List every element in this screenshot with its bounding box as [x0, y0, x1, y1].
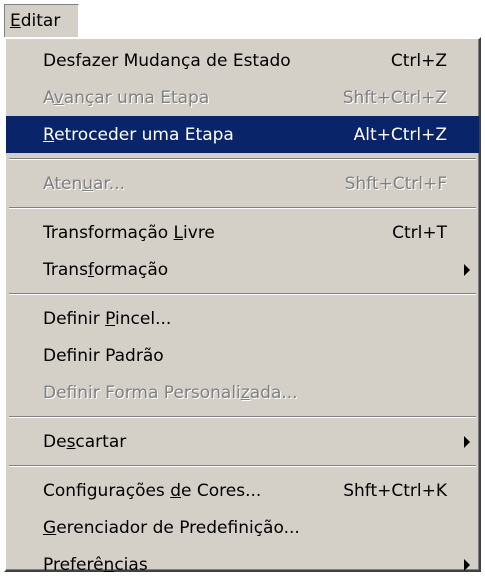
- menu-item-label: Configurações de Cores...: [43, 481, 261, 501]
- shortcut-label: Shft+Ctrl+F: [344, 173, 447, 194]
- menu-item-label: Avançar uma Etapa: [43, 88, 209, 108]
- label-text: ar...: [93, 173, 126, 194]
- menu-item-label: Descartar: [43, 432, 126, 452]
- shortcut-label: Shft+Ctrl+Z: [342, 87, 447, 108]
- label-text: Transformação: [43, 222, 174, 243]
- submenu-arrow-icon: [464, 263, 470, 276]
- label-text: Configurações: [43, 480, 171, 501]
- mnemonic-letter: v: [53, 87, 64, 108]
- menu-item-color-settings[interactable]: Configurações de Cores... Shft+Ctrl+K: [6, 472, 479, 509]
- edit-menu-title[interactable]: Editar: [4, 4, 79, 38]
- mnemonic-letter: n: [103, 554, 115, 575]
- menu-item-fade[interactable]: Atenuar... Shft+Ctrl+F: [6, 165, 479, 202]
- menu-item-label: Transformação Livre: [43, 223, 215, 243]
- menu-item-undo-state-change[interactable]: Desfazer Mudança de Estado Ctrl+Z: [6, 42, 479, 79]
- menu-item-label: Definir Pincel...: [43, 309, 171, 329]
- menu-item-label: Atenuar...: [43, 174, 125, 194]
- label-text: Preferê: [43, 554, 104, 575]
- shortcut-label: Ctrl+Z: [390, 50, 447, 71]
- label-text: A: [43, 87, 54, 108]
- label-text: De: [43, 431, 67, 452]
- menu-separator: [6, 288, 479, 300]
- menu-item-define-pattern[interactable]: Definir Padrão: [6, 337, 479, 374]
- label-text: etroceder uma Etapa: [54, 124, 234, 145]
- label-text: Desfazer Mudança de Estado: [43, 50, 291, 71]
- mnemonic-letter: L: [173, 222, 184, 243]
- label-text: ançar uma Etapa: [63, 87, 210, 108]
- menu-item-label: Transformação: [43, 260, 168, 280]
- label-text: nir Padrão: [77, 345, 164, 366]
- label-text: cias: [114, 554, 148, 575]
- label-text: Aten: [43, 173, 83, 194]
- label-text: Trans: [43, 259, 88, 280]
- menu-item-free-transform[interactable]: Transformação Livre Ctrl+T: [6, 214, 479, 251]
- label-text: ivre: [183, 222, 215, 243]
- edit-menu-label: ditar: [20, 11, 61, 31]
- mnemonic-letter: d: [170, 480, 181, 501]
- label-text: ada...: [249, 382, 298, 403]
- menu-item-label: Definir Forma Personalizada...: [43, 383, 298, 403]
- shortcut-label: Shft+Ctrl+K: [343, 480, 447, 501]
- menu-separator: [6, 411, 479, 423]
- mnemonic-letter: P: [105, 308, 116, 329]
- label-text: Def: [43, 345, 78, 366]
- label-text: Definir: [43, 308, 106, 329]
- label-text: erenciador de Predefinição...: [56, 517, 300, 538]
- menu-item-label: Gerenciador de Predefinição...: [43, 518, 300, 538]
- menu-item-purge[interactable]: Descartar: [6, 423, 479, 460]
- menu-item-label: Retroceder uma Etapa: [43, 125, 234, 145]
- shortcut-label: Ctrl+T: [392, 222, 447, 243]
- menu-separator: [6, 460, 479, 472]
- menu-item-label: Preferências: [43, 555, 148, 575]
- edit-dropdown-menu: Desfazer Mudança de Estado Ctrl+Z Avançar …: [4, 37, 481, 575]
- menu-item-define-brush[interactable]: Definir Pincel...: [6, 300, 479, 337]
- mnemonic-letter: G: [43, 517, 57, 538]
- menu-separator: [6, 153, 479, 165]
- label-text: Definir Forma Personali: [43, 382, 241, 403]
- menu-separator: [6, 202, 479, 214]
- mnemonic-letter: u: [82, 173, 94, 194]
- menu-item-preset-manager[interactable]: Gerenciador de Predefinição...: [6, 509, 479, 546]
- submenu-arrow-icon: [464, 435, 470, 448]
- label-text: e Cores...: [181, 480, 262, 501]
- shortcut-label: Alt+Ctrl+Z: [353, 124, 447, 145]
- menu-item-step-backward[interactable]: Retroceder uma Etapa Alt+Ctrl+Z: [6, 116, 479, 153]
- mnemonic-letter: R: [43, 124, 55, 145]
- menu-item-label: Definir Padrão: [43, 346, 164, 366]
- menu-item-label: Desfazer Mudança de Estado: [43, 51, 291, 71]
- label-text: cartar: [75, 431, 127, 452]
- edit-menu-mnemonic: E: [10, 11, 21, 31]
- menu-item-transform[interactable]: Transformação: [6, 251, 479, 288]
- mnemonic-letter: z: [240, 382, 250, 403]
- menu-item-define-custom-shape[interactable]: Definir Forma Personalizada...: [6, 374, 479, 411]
- submenu-arrow-icon: [464, 558, 470, 571]
- label-text: incel...: [115, 308, 172, 329]
- menu-item-step-forward[interactable]: Avançar uma Etapa Shft+Ctrl+Z: [6, 79, 479, 116]
- label-text: ormação: [93, 259, 169, 280]
- menu-item-preferences[interactable]: Preferências: [6, 546, 479, 583]
